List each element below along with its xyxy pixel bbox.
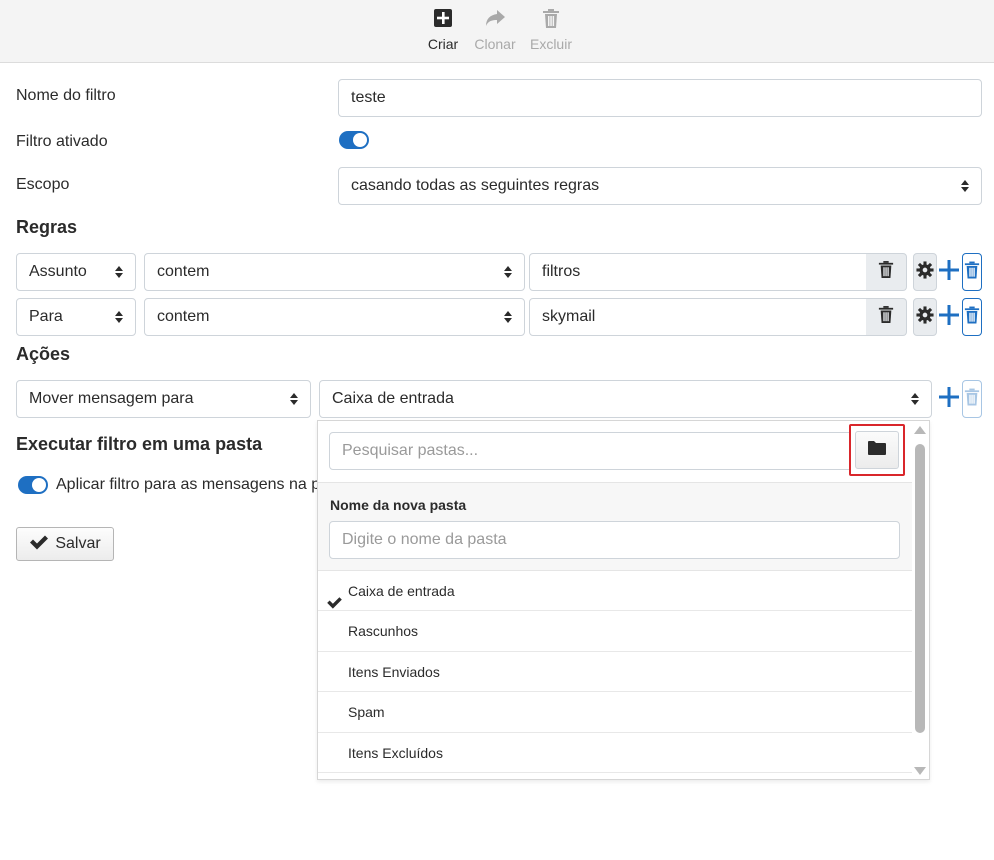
action-target-value: Caixa de entrada bbox=[332, 390, 454, 407]
folder-item-label: Spam bbox=[348, 704, 385, 721]
gear-icon bbox=[916, 260, 934, 284]
filter-enabled-label: Filtro ativado bbox=[16, 133, 108, 150]
rule-remove-button[interactable] bbox=[962, 253, 982, 291]
plus-icon bbox=[939, 386, 959, 413]
filter-name-input[interactable]: teste bbox=[338, 79, 982, 117]
rule-add-button[interactable] bbox=[939, 298, 959, 336]
trash-icon bbox=[964, 260, 980, 285]
gear-icon bbox=[916, 305, 934, 329]
apply-filter-toggle[interactable] bbox=[18, 476, 48, 494]
rule-header-select[interactable]: Assunto bbox=[16, 253, 136, 291]
plus-icon bbox=[939, 259, 959, 286]
delete-button[interactable]: Excluir bbox=[523, 8, 579, 52]
rule-header-value: Assunto bbox=[29, 263, 87, 280]
scope-label: Escopo bbox=[16, 176, 70, 193]
trash-icon bbox=[878, 305, 894, 329]
clone-button[interactable]: Clonar bbox=[467, 8, 523, 52]
folder-item-sent[interactable]: Itens Enviados bbox=[318, 652, 912, 693]
delete-label: Excluir bbox=[529, 36, 572, 52]
save-label: Salvar bbox=[55, 535, 101, 552]
rule-header-select[interactable]: Para bbox=[16, 298, 136, 336]
scope-select-value: casando todas as seguintes regras bbox=[351, 177, 600, 194]
new-folder-name-input[interactable]: Digite o nome da pasta bbox=[329, 521, 900, 559]
rule-operator-select[interactable]: contem bbox=[144, 253, 525, 291]
action-target-select[interactable]: Caixa de entrada bbox=[319, 380, 932, 418]
scrollbar-down-arrow[interactable] bbox=[914, 767, 926, 775]
rule-value-input[interactable]: filtros bbox=[529, 253, 867, 291]
rule-add-button[interactable] bbox=[939, 253, 959, 291]
folder-search-input[interactable]: Pesquisar pastas... bbox=[329, 432, 900, 470]
plus-icon bbox=[939, 304, 959, 331]
rule-settings-button[interactable] bbox=[913, 253, 937, 291]
trash-icon bbox=[523, 8, 579, 32]
action-add-button[interactable] bbox=[939, 380, 959, 418]
toolbar: Criar Clonar Excluir bbox=[0, 0, 994, 63]
rule-operator-value: contem bbox=[157, 308, 210, 325]
folder-item-label: Rascunhos bbox=[348, 623, 419, 640]
rule-operator-select[interactable]: contem bbox=[144, 298, 525, 336]
new-folder-button[interactable] bbox=[855, 431, 899, 469]
folder-picker-dropdown: Pesquisar pastas... Nome da nova pasta D… bbox=[317, 420, 930, 780]
trash-icon bbox=[878, 260, 894, 284]
new-folder-button-highlight bbox=[849, 424, 905, 476]
folder-item-spam[interactable]: Spam bbox=[318, 692, 912, 733]
scrollbar-up-arrow[interactable] bbox=[914, 426, 926, 434]
new-folder-label: Nome da nova pasta bbox=[330, 497, 467, 513]
run-filter-heading: Executar filtro em uma pasta bbox=[16, 434, 263, 454]
trash-icon bbox=[964, 305, 980, 330]
action-remove-button[interactable] bbox=[962, 380, 982, 418]
rule-settings-button[interactable] bbox=[913, 298, 937, 336]
folder-item-label: Caixa de entrada bbox=[348, 583, 455, 599]
create-label: Criar bbox=[427, 36, 459, 52]
folder-list: Caixa de entrada Rascunhos Itens Enviado… bbox=[318, 571, 912, 773]
new-folder-panel: Nome da nova pasta Digite o nome da past… bbox=[318, 482, 912, 571]
action-type-value: Mover mensagem para bbox=[29, 390, 194, 407]
folder-item-trash[interactable]: Itens Excluídos bbox=[318, 733, 912, 773]
folder-icon bbox=[867, 440, 887, 461]
rule-header-value: Para bbox=[29, 308, 63, 325]
scrollbar-thumb[interactable] bbox=[915, 444, 925, 733]
rule-value-input[interactable]: skymail bbox=[529, 298, 867, 336]
apply-filter-label: Aplicar filtro para as mensagens na pa bbox=[56, 476, 318, 493]
create-button[interactable]: Criar bbox=[415, 8, 471, 52]
actions-heading: Ações bbox=[16, 344, 71, 364]
share-arrow-icon bbox=[467, 8, 523, 32]
rule-remove-button[interactable] bbox=[962, 298, 982, 336]
clone-label: Clonar bbox=[474, 36, 516, 52]
save-button[interactable]: Salvar bbox=[16, 527, 114, 561]
rule-clear-button[interactable] bbox=[866, 253, 907, 291]
rules-heading: Regras bbox=[16, 217, 78, 237]
filter-enabled-toggle[interactable] bbox=[339, 131, 369, 149]
rule-operator-value: contem bbox=[157, 263, 210, 280]
trash-icon bbox=[964, 387, 980, 412]
filter-name-label: Nome do filtro bbox=[16, 87, 116, 104]
action-type-select[interactable]: Mover mensagem para bbox=[16, 380, 311, 418]
scope-select[interactable]: casando todas as seguintes regras bbox=[338, 167, 982, 205]
folder-item-label: Itens Excluídos bbox=[348, 744, 443, 761]
folder-item-drafts[interactable]: Rascunhos bbox=[318, 611, 912, 652]
plus-square-icon bbox=[415, 8, 471, 32]
folder-item-label: Itens Enviados bbox=[348, 663, 440, 680]
folder-item-inbox[interactable]: Caixa de entrada bbox=[318, 571, 912, 612]
rule-clear-button[interactable] bbox=[866, 298, 907, 336]
check-icon bbox=[29, 534, 49, 555]
